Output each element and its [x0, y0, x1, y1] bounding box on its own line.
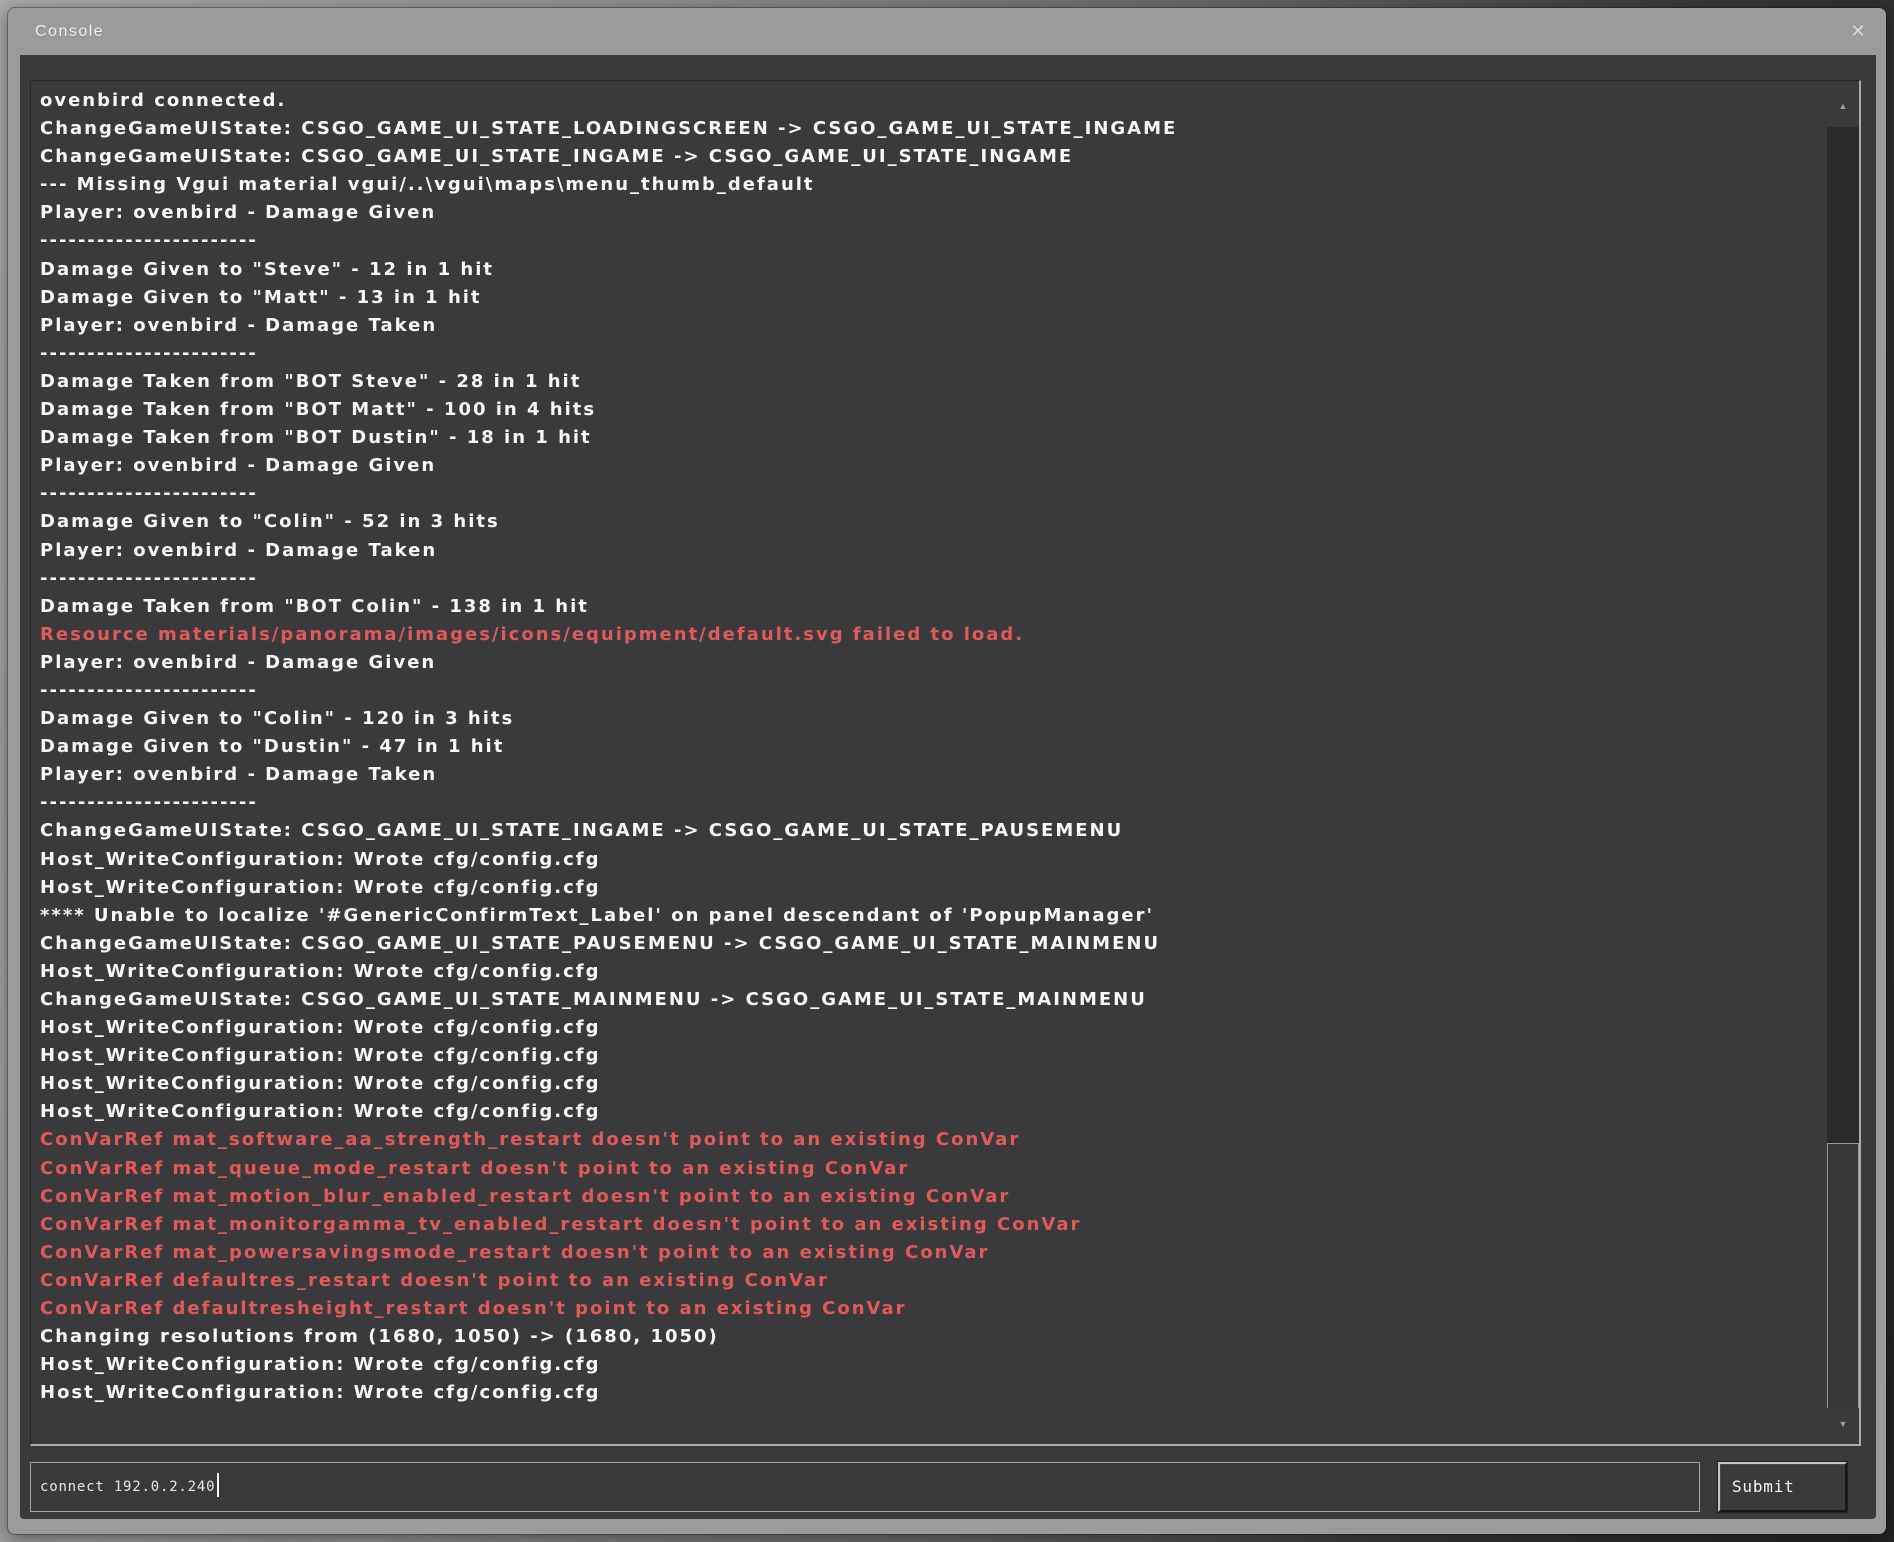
console-window: Console ✕ ovenbird connected.ChangeGameU… [8, 8, 1886, 1534]
console-line: Host_WriteConfiguration: Wrote cfg/confi… [40, 874, 1815, 902]
console-line: ChangeGameUIState: CSGO_GAME_UI_STATE_IN… [40, 817, 1815, 845]
title-bar[interactable]: Console ✕ [8, 8, 1886, 55]
console-line: ----------------------- [40, 480, 1815, 508]
console-line: ChangeGameUIState: CSGO_GAME_UI_STATE_IN… [40, 143, 1815, 171]
console-line: ConVarRef mat_motion_blur_enabled_restar… [40, 1183, 1815, 1211]
scroll-up-icon: ▲ [1839, 101, 1848, 111]
log-lines: ovenbird connected.ChangeGameUIState: CS… [40, 87, 1815, 1442]
text-cursor [217, 1473, 219, 1497]
console-line: ChangeGameUIState: CSGO_GAME_UI_STATE_PA… [40, 930, 1815, 958]
console-line: Player: ovenbird - Damage Given [40, 452, 1815, 480]
scroll-down-button[interactable]: ▼ [1827, 1408, 1859, 1444]
console-line: Damage Given to "Steve" - 12 in 1 hit [40, 256, 1815, 284]
console-line: Host_WriteConfiguration: Wrote cfg/confi… [40, 1014, 1815, 1042]
console-line: Resource materials/panorama/images/icons… [40, 621, 1815, 649]
game-screen: { "window": { "title": "Console", "close… [0, 0, 1894, 1542]
console-line: Damage Taken from "BOT Dustin" - 18 in 1… [40, 424, 1815, 452]
console-line: Player: ovenbird - Damage Taken [40, 537, 1815, 565]
console-line: Host_WriteConfiguration: Wrote cfg/confi… [40, 1351, 1815, 1379]
console-line: ----------------------- [40, 565, 1815, 593]
console-line: ConVarRef mat_queue_mode_restart doesn't… [40, 1155, 1815, 1183]
submit-button[interactable]: Submit [1718, 1462, 1847, 1512]
console-line: Host_WriteConfiguration: Wrote cfg/confi… [40, 1098, 1815, 1126]
log-scrollbar[interactable]: ▲ ▼ [1827, 81, 1859, 1444]
console-line: Host_WriteConfiguration: Wrote cfg/confi… [40, 846, 1815, 874]
scrollbar-thumb[interactable] [1827, 1143, 1859, 1410]
console-content: ovenbird connected.ChangeGameUIState: CS… [20, 55, 1876, 1519]
console-line: Host_WriteConfiguration: Wrote cfg/confi… [40, 1070, 1815, 1098]
close-button[interactable]: ✕ [1844, 17, 1872, 45]
console-line: Damage Taken from "BOT Colin" - 138 in 1… [40, 593, 1815, 621]
console-line: Host_WriteConfiguration: Wrote cfg/confi… [40, 1379, 1815, 1407]
console-line: Damage Given to "Colin" - 120 in 3 hits [40, 705, 1815, 733]
console-line: ConVarRef mat_monitorgamma_tv_enabled_re… [40, 1211, 1815, 1239]
window-title: Console [35, 8, 104, 55]
console-line: Host_WriteConfiguration: Wrote cfg/confi… [40, 958, 1815, 986]
console-line: Host_WriteConfiguration: Wrote cfg/confi… [40, 1042, 1815, 1070]
console-line: ConVarRef defaultres_restart doesn't poi… [40, 1267, 1815, 1295]
console-line: ----------------------- [40, 340, 1815, 368]
console-line: Damage Given to "Colin" - 52 in 3 hits [40, 508, 1815, 536]
console-line: Damage Given to "Dustin" - 47 in 1 hit [40, 733, 1815, 761]
console-line: Damage Taken from "BOT Steve" - 28 in 1 … [40, 368, 1815, 396]
command-input[interactable]: connect 192.0.2.240 [30, 1462, 1700, 1512]
console-line: Player: ovenbird - Damage Taken [40, 761, 1815, 789]
command-input-value: connect 192.0.2.240 [40, 1479, 215, 1495]
console-line: Damage Given to "Matt" - 13 in 1 hit [40, 284, 1815, 312]
command-input-text: connect 192.0.2.240 [40, 1463, 219, 1511]
console-line: ConVarRef mat_software_aa_strength_resta… [40, 1126, 1815, 1154]
console-line: ovenbird connected. [40, 87, 1815, 115]
console-line: ChangeGameUIState: CSGO_GAME_UI_STATE_LO… [40, 115, 1815, 143]
console-line: Player: ovenbird - Damage Given [40, 199, 1815, 227]
console-line: ----------------------- [40, 789, 1815, 817]
console-log: ovenbird connected.ChangeGameUIState: CS… [30, 80, 1861, 1446]
console-line: ----------------------- [40, 227, 1815, 255]
console-line: ConVarRef mat_powersavingsmode_restart d… [40, 1239, 1815, 1267]
console-line: Damage Taken from "BOT Matt" - 100 in 4 … [40, 396, 1815, 424]
scroll-down-icon: ▼ [1839, 1419, 1848, 1429]
console-line: --- Missing Vgui material vgui/..\vgui\m… [40, 171, 1815, 199]
scroll-up-button[interactable]: ▲ [1827, 81, 1859, 127]
console-line: Player: ovenbird - Damage Taken [40, 312, 1815, 340]
submit-button-label: Submit [1732, 1477, 1795, 1496]
console-line: **** Unable to localize '#GenericConfirm… [40, 902, 1815, 930]
close-icon: ✕ [1850, 21, 1865, 41]
console-line: ChangeGameUIState: CSGO_GAME_UI_STATE_MA… [40, 986, 1815, 1014]
console-line: Changing resolutions from (1680, 1050) -… [40, 1323, 1815, 1351]
console-line: ----------------------- [40, 677, 1815, 705]
console-line: ConVarRef defaultresheight_restart doesn… [40, 1295, 1815, 1323]
console-line: Player: ovenbird - Damage Given [40, 649, 1815, 677]
